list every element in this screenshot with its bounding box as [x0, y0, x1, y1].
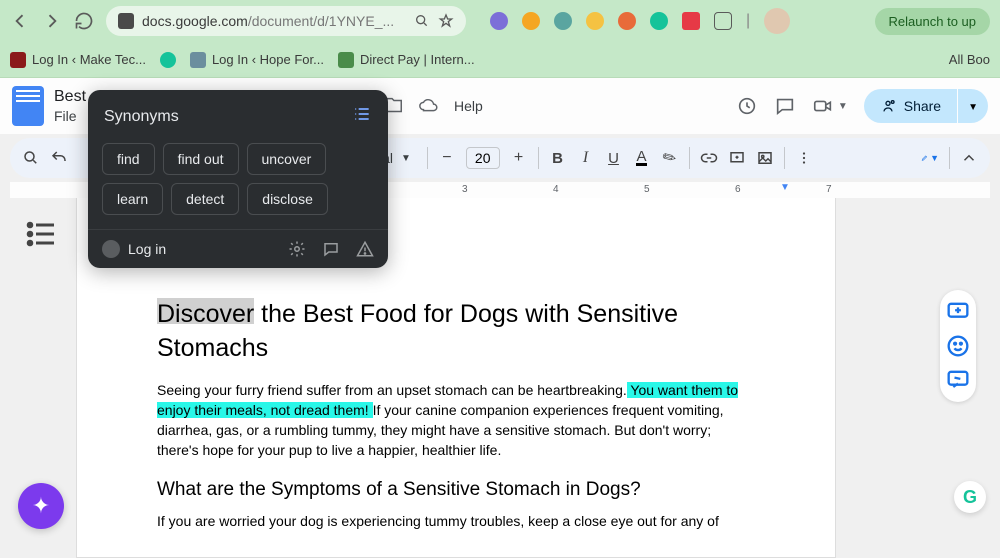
- synonym-chip[interactable]: uncover: [247, 143, 327, 175]
- meet-button[interactable]: ▼: [812, 95, 848, 117]
- emoji-icon[interactable]: [944, 332, 972, 360]
- relaunch-button[interactable]: Relaunch to up: [875, 8, 990, 35]
- bookmark-item[interactable]: Log In ‹ Hope For...: [190, 52, 324, 68]
- collapse-icon[interactable]: [960, 149, 978, 167]
- ext-icon-1[interactable]: [490, 12, 508, 30]
- ext-icon-3[interactable]: [554, 12, 572, 30]
- cloud-icon[interactable]: [418, 95, 440, 117]
- text-color-button[interactable]: A: [633, 149, 651, 167]
- menu-help[interactable]: Help: [454, 98, 483, 114]
- undo-icon[interactable]: [50, 149, 68, 167]
- url-text: docs.google.com/document/d/1YNYE_...: [142, 13, 406, 29]
- search-icon[interactable]: [22, 149, 40, 167]
- document-title[interactable]: Best: [54, 88, 86, 106]
- synonym-chip[interactable]: disclose: [247, 183, 328, 215]
- extensions-icon[interactable]: [714, 12, 732, 30]
- list-view-icon[interactable]: [352, 104, 372, 129]
- heading-2[interactable]: What are the Symptoms of a Sensitive Sto…: [157, 479, 745, 501]
- share-dropdown[interactable]: ▼: [958, 89, 988, 123]
- bookmark-item[interactable]: Log In ‹ Make Tec...: [10, 52, 146, 68]
- ext-icon-2[interactable]: [522, 12, 540, 30]
- extension-icons: |: [490, 8, 790, 34]
- increase-font-icon[interactable]: +: [510, 149, 528, 167]
- insert-image-icon[interactable]: [756, 149, 774, 167]
- decrease-font-icon[interactable]: −: [438, 149, 456, 167]
- back-button[interactable]: [10, 11, 30, 31]
- bookmark-overflow[interactable]: All Boo: [949, 52, 990, 67]
- synonym-chip[interactable]: detect: [171, 183, 239, 215]
- more-icon[interactable]: [795, 149, 813, 167]
- synonyms-popup: Synonyms find find out uncover learn det…: [88, 90, 388, 268]
- history-icon[interactable]: [736, 95, 758, 117]
- paragraph[interactable]: Seeing your furry friend suffer from an …: [157, 380, 745, 461]
- ext-icon-7[interactable]: [682, 12, 700, 30]
- font-size-input[interactable]: 20: [466, 147, 500, 169]
- profile-avatar[interactable]: [764, 8, 790, 34]
- bookmark-star-icon[interactable]: [438, 13, 454, 29]
- ext-icon-4[interactable]: [586, 12, 604, 30]
- forward-button[interactable]: [42, 11, 62, 31]
- site-settings-icon[interactable]: [118, 13, 134, 29]
- underline-button[interactable]: U: [605, 149, 623, 167]
- docs-logo-icon[interactable]: [12, 86, 44, 126]
- warning-icon[interactable]: [356, 240, 374, 258]
- highlight-button[interactable]: ✎: [661, 149, 679, 167]
- ext-icon-5[interactable]: [618, 12, 636, 30]
- login-button[interactable]: Log in: [102, 240, 166, 258]
- synonym-chip[interactable]: find out: [163, 143, 239, 175]
- bookmark-item[interactable]: Direct Pay | Intern...: [338, 52, 475, 68]
- editing-mode-icon[interactable]: ▼: [921, 149, 939, 167]
- synonym-chip[interactable]: learn: [102, 183, 163, 215]
- heading-1[interactable]: Discover the Best Food for Dogs with Sen…: [157, 298, 745, 366]
- browser-toolbar: docs.google.com/document/d/1YNYE_... | R…: [0, 0, 1000, 42]
- outline-toggle-icon[interactable]: [24, 216, 60, 252]
- feedback-icon[interactable]: [322, 240, 340, 258]
- synonyms-title: Synonyms: [104, 108, 179, 126]
- add-comment-icon[interactable]: [728, 149, 746, 167]
- bold-button[interactable]: B: [549, 149, 567, 167]
- reload-button[interactable]: [74, 11, 94, 31]
- add-comment-side-icon[interactable]: [944, 298, 972, 326]
- user-icon: [102, 240, 120, 258]
- share-button[interactable]: Share: [864, 89, 957, 123]
- assistant-fab[interactable]: ✦: [18, 483, 64, 529]
- suggest-icon[interactable]: [944, 366, 972, 394]
- paragraph[interactable]: If you are worried your dog is experienc…: [157, 511, 745, 531]
- menu-bar: File: [54, 108, 86, 124]
- synonym-chip[interactable]: find: [102, 143, 155, 175]
- synonym-chips: find find out uncover learn detect discl…: [88, 139, 388, 229]
- menu-file[interactable]: File: [54, 108, 77, 124]
- comments-icon[interactable]: [774, 95, 796, 117]
- italic-button[interactable]: I: [577, 149, 595, 167]
- zoom-icon[interactable]: [414, 13, 430, 29]
- side-comment-buttons: [940, 290, 976, 402]
- ext-icon-6[interactable]: [650, 12, 668, 30]
- settings-icon[interactable]: [288, 240, 306, 258]
- insert-link-icon[interactable]: [700, 149, 718, 167]
- address-bar[interactable]: docs.google.com/document/d/1YNYE_...: [106, 6, 466, 36]
- bookmarks-bar: Log In ‹ Make Tec... Log In ‹ Hope For..…: [0, 42, 1000, 78]
- bookmark-item[interactable]: [160, 52, 176, 68]
- grammarly-icon[interactable]: G: [954, 481, 986, 513]
